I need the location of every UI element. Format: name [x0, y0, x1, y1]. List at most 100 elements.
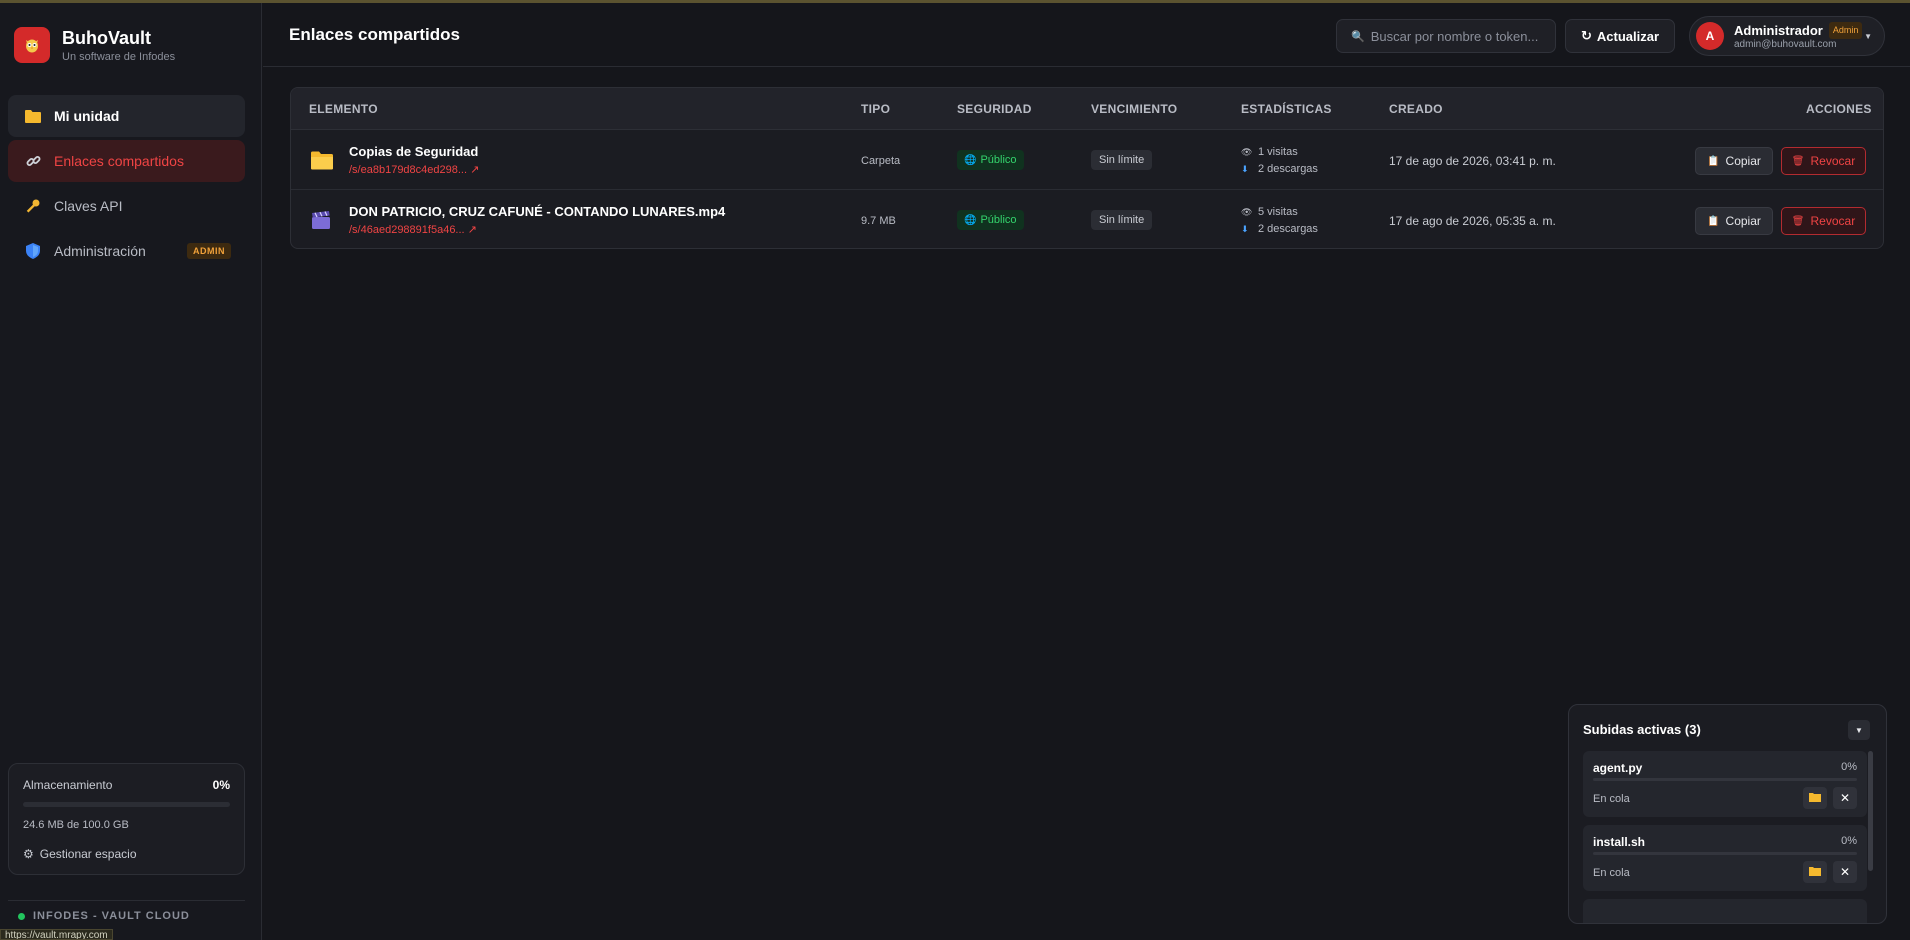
created-date: 17 de ago de 2026, 03:41 p. m.: [1389, 154, 1556, 168]
folder-icon: [24, 107, 42, 125]
open-folder-button[interactable]: [1803, 787, 1827, 809]
storage-label: Almacenamiento: [23, 778, 113, 792]
download-icon: ⬇: [1241, 224, 1249, 234]
security-badge: 🌐 Público: [957, 150, 1024, 170]
shared-links-table: ELEMENTO TIPO SEGURIDAD VENCIMIENTO ESTA…: [290, 87, 1884, 249]
user-name: Administrador: [1734, 22, 1823, 38]
share-link[interactable]: /s/46aed298891f5a46... ↗: [349, 223, 477, 236]
link-icon: [24, 152, 42, 170]
online-status-dot-icon: [18, 912, 25, 920]
footer-status-label: INFODES - VAULT CLOUD: [33, 910, 190, 922]
upload-item: install.sh 0% En cola ✕: [1583, 825, 1867, 891]
table-row[interactable]: DON PATRICIO, CRUZ CAFUNÉ - CONTANDO LUN…: [291, 190, 1883, 248]
sidebar: BuhoVault Un software de Infodes Mi unid…: [0, 3, 262, 940]
downloads-count: 2 descargas: [1258, 163, 1318, 175]
brand[interactable]: BuhoVault Un software de Infodes: [14, 27, 175, 63]
sidebar-item-administracion[interactable]: Administración ADMIN: [8, 230, 245, 272]
table-header: ELEMENTO TIPO SEGURIDAD VENCIMIENTO ESTA…: [291, 88, 1883, 130]
copy-button[interactable]: 📋 Copiar: [1695, 207, 1773, 235]
copy-button[interactable]: 📋 Copiar: [1695, 147, 1773, 175]
column-header-tipo: TIPO: [861, 102, 891, 116]
copy-label: Copiar: [1725, 214, 1761, 228]
storage-used-text: 24.6 MB de 100.0 GB: [23, 819, 129, 831]
uploads-title: Subidas activas (3): [1583, 722, 1701, 737]
copy-label: Copiar: [1725, 154, 1761, 168]
item-type: Carpeta: [861, 155, 901, 167]
sidebar-item-label: Enlaces compartidos: [54, 153, 184, 169]
upload-item: agent.py 0% En cola ✕: [1583, 751, 1867, 817]
security-badge: 🌐 Público: [957, 210, 1024, 230]
column-header-vencimiento: VENCIMIENTO: [1091, 102, 1178, 116]
refresh-button[interactable]: ↻ Actualizar: [1565, 19, 1675, 53]
sidebar-item-mi-unidad[interactable]: Mi unidad: [8, 95, 245, 137]
revoke-button[interactable]: 🗑 Revocar: [1781, 207, 1866, 235]
manage-space-label: Gestionar espacio: [39, 847, 137, 861]
close-icon: ✕: [1839, 791, 1851, 805]
clipboard-icon: 📋: [1707, 155, 1720, 167]
eye-icon: 👁: [1241, 147, 1253, 157]
admin-badge: ADMIN: [187, 243, 231, 259]
column-header-acciones: ACCIONES: [1806, 102, 1872, 116]
item-name[interactable]: DON PATRICIO, CRUZ CAFUNÉ - CONTANDO LUN…: [349, 204, 725, 219]
sidebar-item-enlaces-compartidos[interactable]: Enlaces compartidos: [8, 140, 245, 182]
upload-file-name: agent.py: [1593, 761, 1643, 775]
revoke-label: Revocar: [1810, 214, 1856, 228]
refresh-icon: ↻: [1580, 28, 1592, 43]
item-type: 9.7 MB: [861, 215, 896, 227]
upload-item-partial: [1583, 899, 1867, 923]
table-row[interactable]: Copias de Seguridad /s/ea8b179d8c4ed298.…: [291, 130, 1883, 190]
key-icon: [24, 197, 42, 215]
user-role-badge: Admin: [1828, 21, 1863, 39]
security-label: Público: [980, 154, 1017, 166]
expiry-badge: Sin límite: [1091, 150, 1153, 170]
chevron-down-icon: ▼: [1864, 31, 1872, 41]
sidebar-item-claves-api[interactable]: Claves API: [8, 185, 245, 227]
uploads-scrollbar[interactable]: [1868, 751, 1873, 871]
upload-progress-bar: [1593, 778, 1857, 781]
column-header-creado: CREADO: [1389, 102, 1443, 116]
cancel-upload-button[interactable]: ✕: [1833, 861, 1857, 883]
visits-count: 1 visitas: [1258, 146, 1298, 158]
folder-icon: [1809, 791, 1821, 805]
open-folder-button[interactable]: [1803, 861, 1827, 883]
clipboard-icon: 📋: [1707, 215, 1720, 227]
close-icon: ✕: [1839, 865, 1851, 879]
brand-name: BuhoVault: [62, 27, 151, 48]
clapperboard-icon: [311, 210, 333, 232]
refresh-label: Actualizar: [1596, 28, 1660, 44]
trash-icon: 🗑: [1791, 215, 1805, 227]
search-icon: 🔍: [1351, 30, 1365, 43]
gear-icon: ⚙: [23, 847, 34, 861]
collapse-uploads-button[interactable]: ▼: [1848, 720, 1870, 740]
footer-divider: [8, 900, 245, 901]
item-name[interactable]: Copias de Seguridad: [349, 144, 478, 159]
owl-logo-icon: [14, 27, 50, 63]
upload-progress-bar: [1593, 852, 1857, 855]
page-title: Enlaces compartidos: [289, 25, 461, 44]
visits-count: 5 visitas: [1258, 206, 1298, 218]
stats: 👁 1 visitas ⬇ 2 descargas: [1241, 144, 1318, 178]
manage-space-link[interactable]: ⚙ Gestionar espacio: [23, 847, 230, 861]
url-tooltip: https://vault.mrapy.com: [0, 929, 113, 940]
share-link[interactable]: /s/ea8b179d8c4ed298... ↗: [349, 163, 479, 176]
top-header: Enlaces compartidos 🔍 Buscar por nombre …: [263, 3, 1910, 67]
eye-icon: 👁: [1241, 207, 1253, 217]
globe-icon: 🌐: [964, 214, 977, 226]
upload-status: En cola: [1593, 867, 1630, 879]
cancel-upload-button[interactable]: ✕: [1833, 787, 1857, 809]
search-input[interactable]: 🔍 Buscar por nombre o token...: [1336, 19, 1556, 53]
trash-icon: 🗑: [1791, 155, 1805, 167]
storage-progress-bar: [23, 802, 230, 807]
sidebar-item-label: Mi unidad: [54, 108, 120, 124]
column-header-estadisticas: ESTADÍSTICAS: [1241, 102, 1332, 116]
folder-icon: [311, 150, 333, 172]
storage-percent: 0%: [212, 778, 230, 792]
security-label: Público: [980, 214, 1017, 226]
stats: 👁 5 visitas ⬇ 2 descargas: [1241, 204, 1318, 238]
user-menu[interactable]: A Administrador Admin admin@buhovault.co…: [1689, 16, 1885, 56]
revoke-button[interactable]: 🗑 Revocar: [1781, 147, 1866, 175]
storage-card: Almacenamiento 0% 24.6 MB de 100.0 GB ⚙ …: [8, 763, 245, 875]
created-date: 17 de ago de 2026, 05:35 a. m.: [1389, 214, 1556, 228]
chevron-down-icon: ▼: [1855, 725, 1863, 735]
upload-percent: 0%: [1841, 835, 1857, 847]
